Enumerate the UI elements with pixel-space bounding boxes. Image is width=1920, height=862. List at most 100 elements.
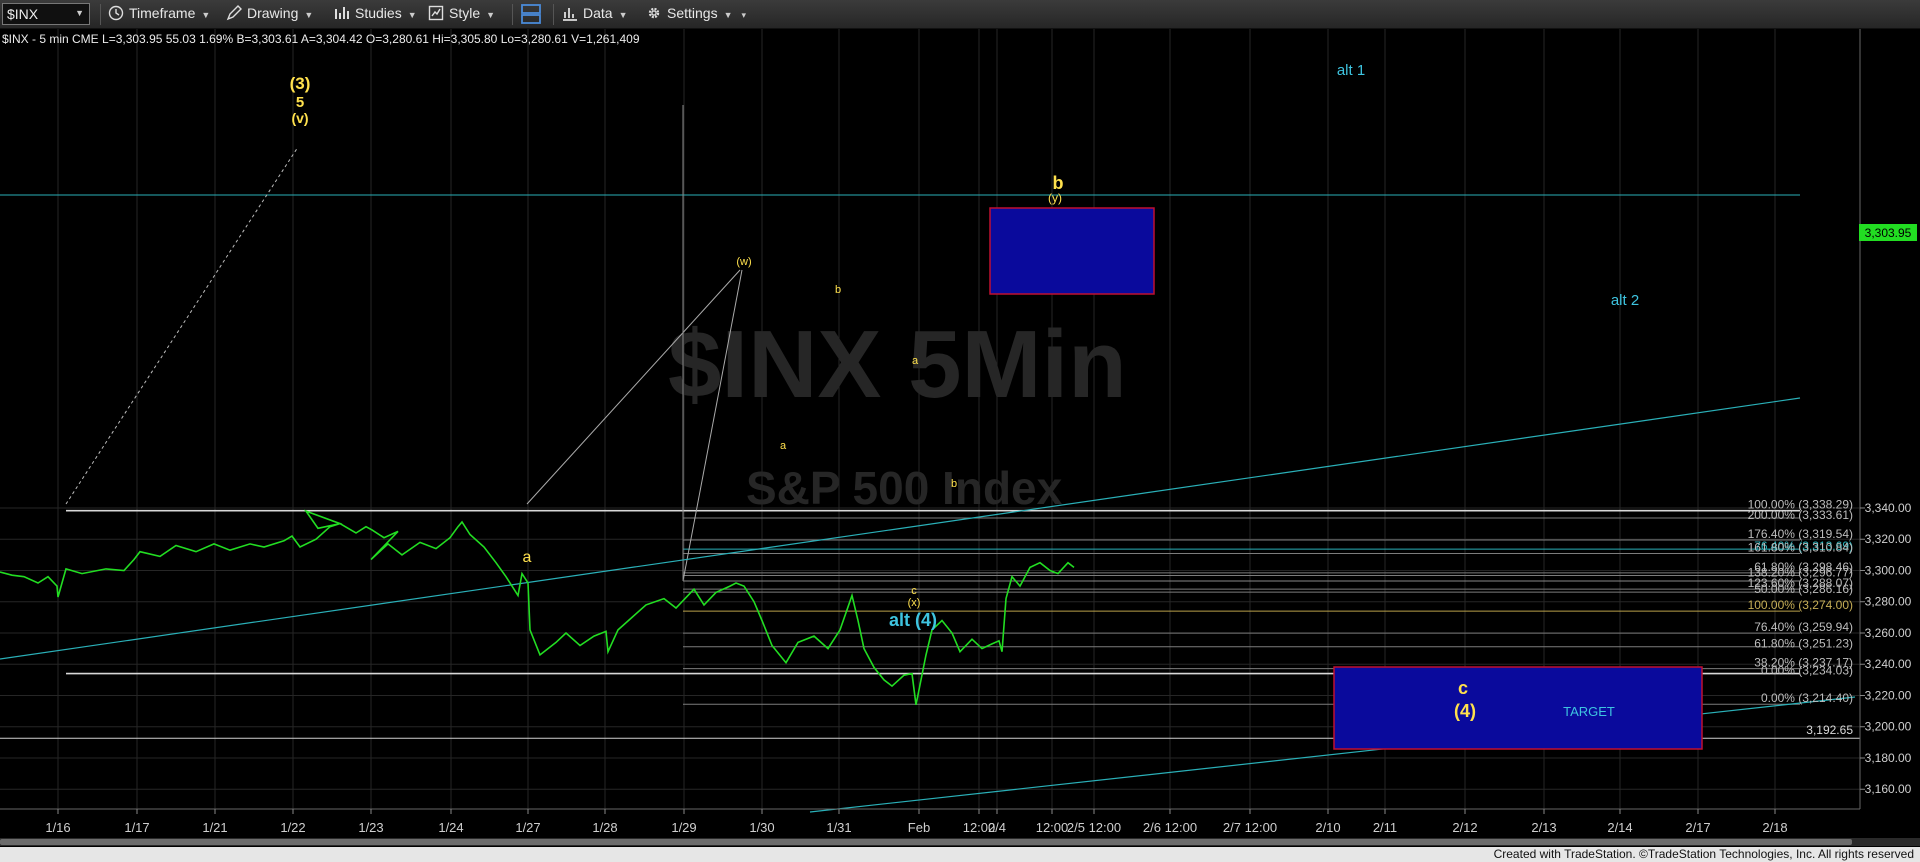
y-tick-label: 3,280.00 <box>1865 595 1912 609</box>
chevron-down-icon: ▼ <box>723 10 733 20</box>
y-tick-label: 3,240.00 <box>1865 657 1912 671</box>
x-tick-label: 2/4 <box>988 820 1006 835</box>
chevron-down-icon: ▼ <box>618 10 628 20</box>
toolbar-divider <box>553 4 554 25</box>
wave-label: a <box>523 549 532 566</box>
chevron-down-icon: ▼ <box>201 10 211 20</box>
wave-label: a <box>912 355 919 367</box>
x-tick-label: 2/6 12:00 <box>1143 820 1197 835</box>
price-chart[interactable]: $INX 5Min S&P 500 Index (3)5(v) a (w) a b a b c… <box>0 29 1920 838</box>
drawing-menu[interactable]: Drawing ▼ <box>226 5 313 21</box>
wave-label: b <box>835 284 841 296</box>
last-price-label: 3,303.95 <box>1865 226 1912 240</box>
x-tick-label: 1/21 <box>202 820 227 835</box>
x-tick-label: 1/27 <box>515 820 540 835</box>
settings-label: Settings <box>667 5 718 21</box>
studies-icon <box>335 7 349 19</box>
y-tick-label: 3,300.00 <box>1865 563 1912 577</box>
style-menu[interactable]: Style ▼ <box>428 5 495 21</box>
x-tick-label: 1/24 <box>438 820 463 835</box>
y-tick-label: 3,180.00 <box>1865 751 1912 765</box>
fib-level-label: 200.00% (3,333.61) <box>1748 508 1853 522</box>
x-tick-label: 1/28 <box>592 820 617 835</box>
x-tick-label: 1/17 <box>124 820 149 835</box>
layout-icon <box>521 4 541 24</box>
layout-button[interactable] <box>520 3 542 25</box>
x-tick-label: 1/29 <box>671 820 696 835</box>
style-icon <box>428 5 444 21</box>
symbol-selector[interactable]: $INX ▼ <box>2 3 90 25</box>
x-tick-label: 2/5 12:00 <box>1067 820 1121 835</box>
toolbar: $INX ▼ Timeframe ▼ Drawing ▼ Studies ▼ Styl… <box>0 0 1920 29</box>
data-menu[interactable]: Data ▼ <box>562 5 628 21</box>
fib-level-label: 50.00% (3,286.16) <box>1754 582 1853 596</box>
timeframe-label: Timeframe <box>129 5 196 21</box>
studies-label: Studies <box>355 5 402 21</box>
horizontal-scrollbar[interactable] <box>0 838 1920 846</box>
settings-menu[interactable]: Settings ▼ ▾ <box>646 5 746 21</box>
fib-level-label: 61.80% (3,251.23) <box>1754 637 1853 651</box>
chevron-down-icon: ▼ <box>486 10 496 20</box>
scrollbar-thumb[interactable] <box>0 839 1852 845</box>
wave-label: c <box>911 585 917 597</box>
chart-watermark-name: S&P 500 Index <box>746 462 1063 514</box>
wave-label: a <box>780 440 787 452</box>
chart-status-header: $INX - 5 min CME L=3,303.95 55.03 1.69% … <box>2 32 640 46</box>
footer: Created with TradeStation. ©TradeStation… <box>0 847 1920 862</box>
x-tick-label: 1/31 <box>826 820 851 835</box>
x-tick-label: 2/10 <box>1315 820 1340 835</box>
wave-label: alt (4) <box>889 610 937 630</box>
fib-level-label: 161.80% (3,310.84) <box>1748 541 1853 555</box>
y-tick-label: 3,320.00 <box>1865 532 1912 546</box>
wave-label: (v) <box>291 110 308 126</box>
pencil-icon <box>226 5 242 21</box>
target-box-b[interactable] <box>989 207 1155 295</box>
y-tick-label: 3,200.00 <box>1865 720 1912 734</box>
clock-icon <box>108 5 124 21</box>
timeframe-menu[interactable]: Timeframe ▼ <box>108 5 210 21</box>
wave-label: (3) <box>290 74 311 93</box>
wave-label: (w) <box>736 256 751 268</box>
fib-level-label: 0.00% (3,214.40) <box>1761 691 1853 705</box>
x-tick-label: 1/16 <box>45 820 70 835</box>
x-tick-label: 1/23 <box>358 820 383 835</box>
y-tick-label: 3,220.00 <box>1865 688 1912 702</box>
gear-icon <box>648 7 660 19</box>
x-tick-label: 2/7 12:00 <box>1223 820 1277 835</box>
studies-menu[interactable]: Studies ▼ <box>334 5 417 21</box>
support-level-label: 3,192.65 <box>1806 723 1853 737</box>
chevron-down-icon[interactable]: ▼ <box>75 8 84 18</box>
chevron-down-icon: ▼ <box>407 10 417 20</box>
fib-level-label: 0.00% (3,234.03) <box>1761 664 1853 678</box>
x-tick-label: 2/12 <box>1452 820 1477 835</box>
wave-label: 5 <box>296 94 304 111</box>
wave-label: (x) <box>908 597 921 609</box>
x-tick-label: 12:00 <box>1036 820 1069 835</box>
wave-label: (4) <box>1454 701 1476 721</box>
y-tick-label: 3,340.00 <box>1865 501 1912 515</box>
x-tick-label: 1/30 <box>749 820 774 835</box>
toolbar-divider <box>100 4 101 25</box>
x-tick-label: 2/18 <box>1762 820 1787 835</box>
target-box-c[interactable] <box>1333 666 1703 750</box>
wave-label: c <box>1458 678 1468 698</box>
toolbar-divider <box>512 4 513 25</box>
wave-label: alt 1 <box>1337 62 1365 79</box>
drawing-label: Drawing <box>247 5 299 21</box>
x-tick-label: 1/22 <box>280 820 305 835</box>
wave-label: (y) <box>1048 191 1062 205</box>
y-tick-label: 3,260.00 <box>1865 626 1912 640</box>
y-tick-label: 3,160.00 <box>1865 782 1912 796</box>
chart-watermark-symbol: $INX 5Min <box>668 311 1127 418</box>
footer-copyright: Created with TradeStation. ©TradeStation… <box>1493 847 1914 861</box>
x-tick-label: Feb <box>908 820 930 835</box>
fib-level-label: 100.00% (3,274.00) <box>1748 598 1853 612</box>
data-icon <box>563 8 577 21</box>
wave-label: b <box>1053 173 1064 193</box>
wave-label: TARGET <box>1563 704 1615 719</box>
x-tick-label: 2/14 <box>1607 820 1632 835</box>
wave-label: b <box>951 478 957 490</box>
symbol-text: $INX <box>7 6 39 22</box>
chevron-down-icon: ▼ <box>304 10 314 20</box>
wave-label: alt 2 <box>1611 292 1639 309</box>
